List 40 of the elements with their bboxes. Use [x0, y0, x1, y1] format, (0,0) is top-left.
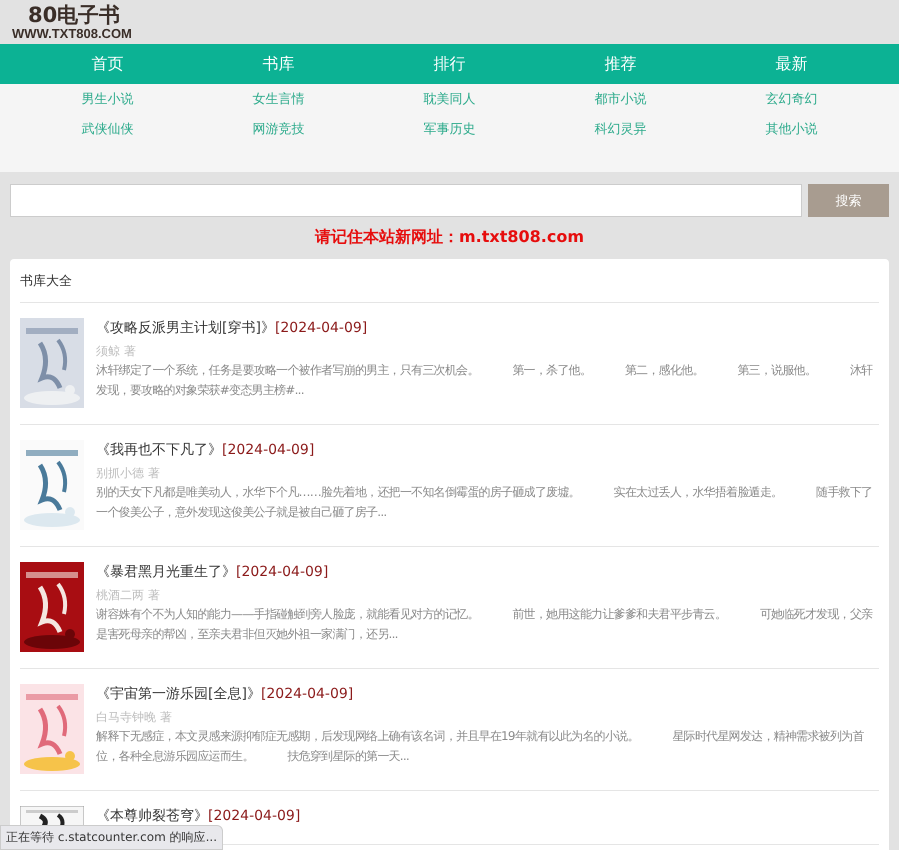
- search-field[interactable]: [10, 184, 802, 217]
- book-author: 须鲸 著: [96, 343, 136, 360]
- book-title[interactable]: 《暴君黑月光重生了》: [96, 562, 236, 582]
- category-link[interactable]: 其他小说: [766, 120, 818, 138]
- category-link[interactable]: 军事历史: [424, 120, 476, 138]
- nav-link[interactable]: 最新: [776, 54, 808, 74]
- book-title[interactable]: 《我再也不下凡了》: [96, 440, 222, 460]
- book-date: [2024-04-09]: [260, 685, 354, 704]
- site-url: WWW.TXT808.COM: [12, 26, 132, 40]
- status-bar: 正在等待 c.statcounter.com 的响应...: [0, 825, 224, 850]
- nav-link[interactable]: 首页: [92, 54, 124, 74]
- category-link[interactable]: 网游竞技: [252, 120, 304, 138]
- category-link[interactable]: 玄幻奇幻: [766, 90, 818, 108]
- category-link[interactable]: 科幻灵异: [594, 120, 646, 138]
- book-date: [2024-04-09]: [208, 807, 300, 826]
- book-title[interactable]: 《宇宙第一游乐园[全息]》: [96, 684, 261, 704]
- book-author: 别抓小德 著: [96, 465, 160, 482]
- book-summary: 别的天女下凡都是唯美动人，水华下个凡……脸先着地，还把一不知名倒霉蛋的房子砸成了废墟。 实在太过丢人，水华捂着脸遁走。 随手救下了一个俊美公子，意外发现这俊美公子就是被自己砸了房子...: [96, 484, 874, 521]
- category-link[interactable]: 男生小说: [82, 90, 134, 108]
- book-summary: 谢容姝有个不为人知的能力——手指碰触到旁人脸庞，就能看见对方的记忆。 前世，她用这能力让爹爹和夫君平步青云。 可她临死才发现，父亲是害死母亲的帮凶，至亲夫君非但灭她外祖一家满门，还另...: [96, 606, 874, 643]
- book-date: [2024-04-09]: [236, 563, 328, 582]
- book-title[interactable]: 《攻略反派男主计划[穿书]》: [96, 318, 275, 338]
- nav-link[interactable]: 书库: [262, 54, 294, 74]
- book-summary: 沐轩绑定了一个系统，任务是要攻略一个被作者写崩的男主，只有三次机会。 第一，杀了他。 第二，感化他。 第三，说服他。 沐轩发现，要攻略的对象荣获#变态男主榜#...: [96, 362, 874, 399]
- book-date: [2024-04-09]: [274, 319, 368, 338]
- book-author: 白马寺钟晚 著: [96, 709, 172, 726]
- book-summary: 解释下无感症，本文灵感来源抑郁症无感期，后发现网络上确有该名词，并且早在19年就有以此为名的小说。 星际时代星网发达，精神需求被列为首位，各种全息游乐园应运而生。 扶危穿到星际的第一天...: [96, 728, 865, 765]
- search-button[interactable]: 搜索: [808, 184, 889, 217]
- nav-link[interactable]: 排行: [434, 54, 466, 74]
- category-link[interactable]: 武侠仙侠: [82, 120, 134, 138]
- category-link[interactable]: 耽美同人: [424, 90, 476, 108]
- category-link[interactable]: 都市小说: [594, 90, 646, 108]
- notice-text: 请记住本站新网址：m.txt808.com: [314, 227, 585, 248]
- section-title: 书库大全: [20, 259, 879, 303]
- category-link[interactable]: 女生言情: [252, 90, 304, 108]
- book-date: [2024-04-09]: [222, 441, 314, 460]
- nav-link[interactable]: 推荐: [604, 54, 636, 74]
- book-title[interactable]: 《本尊帅裂苍穹》: [96, 806, 208, 826]
- site-logo[interactable]: 80电子书: [12, 4, 120, 26]
- book-author: 桃酒二两 著: [96, 587, 160, 604]
